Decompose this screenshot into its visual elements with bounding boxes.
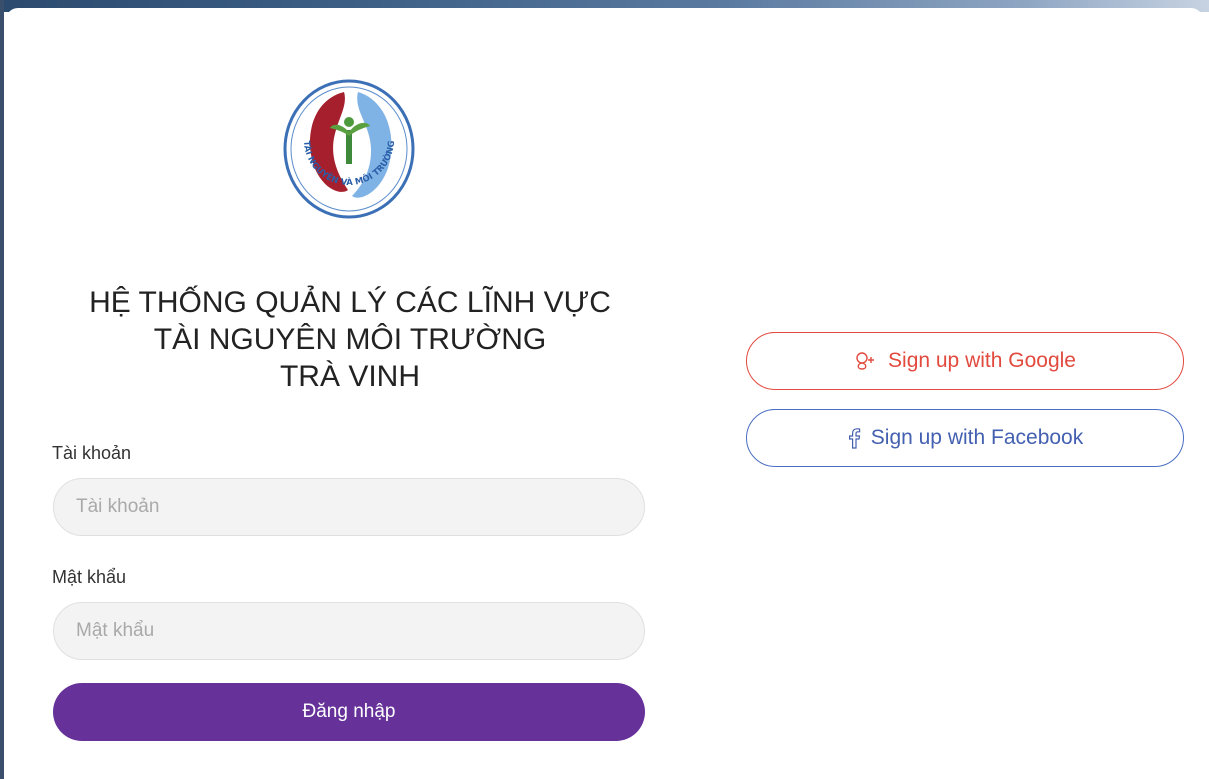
title-line-1: HỆ THỐNG QUẢN LÝ CÁC LĨNH VỰC xyxy=(89,286,611,319)
login-button[interactable]: Đăng nhập xyxy=(53,683,645,741)
username-input[interactable] xyxy=(53,478,645,536)
facebook-icon xyxy=(847,427,861,449)
google-signup-button[interactable]: Sign up with Google xyxy=(746,332,1184,390)
title-line-3: TRÀ VINH xyxy=(279,360,420,393)
agency-logo: TÀI NGUYÊN VÀ MÔI TRƯỜNG xyxy=(283,79,415,219)
title-line-2: TÀI NGUYÊN MÔI TRƯỜNG xyxy=(153,323,547,356)
google-plus-icon xyxy=(854,351,878,371)
facebook-signup-button[interactable]: Sign up with Facebook xyxy=(746,409,1184,467)
username-label: Tài khoản xyxy=(52,443,132,463)
page-title: HỆ THỐNG QUẢN LÝ CÁC LĨNH VỰC TÀI NGUYÊN… xyxy=(45,284,655,395)
google-signup-label: Sign up with Google xyxy=(888,349,1076,372)
facebook-signup-label: Sign up with Facebook xyxy=(870,426,1084,449)
password-input[interactable] xyxy=(53,602,645,660)
password-label: Mật khẩu xyxy=(52,567,127,587)
window-left-edge xyxy=(0,0,4,779)
page-background: TÀI NGUYÊN VÀ MÔI TRƯỜNG HỆ THỐNG QUẢN L… xyxy=(0,0,1209,779)
